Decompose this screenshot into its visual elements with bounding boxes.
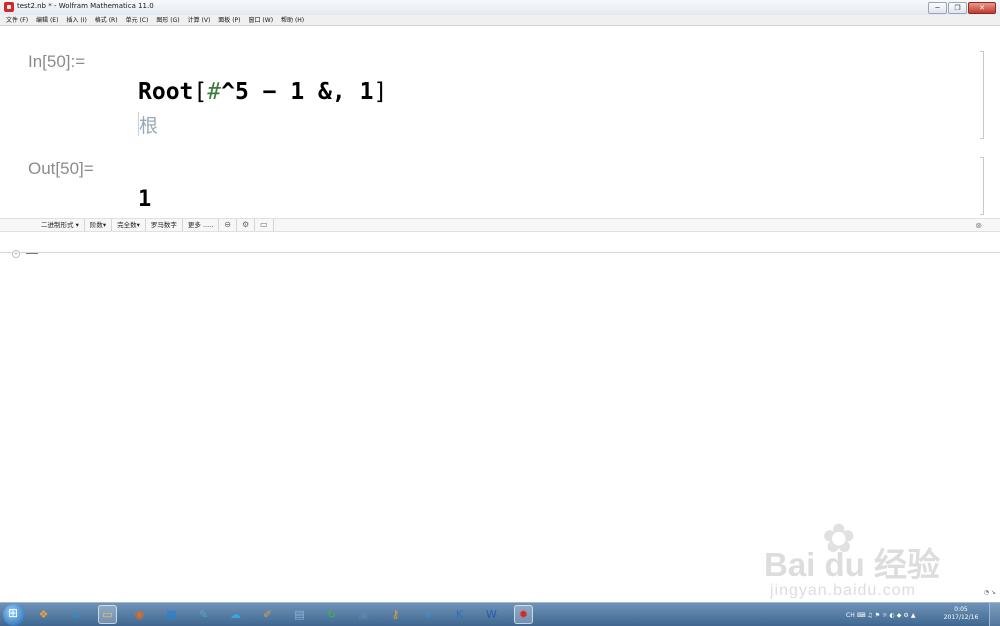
status-zoom-icon: ◔ — [983, 589, 989, 596]
bird-icon[interactable]: ✈ — [418, 605, 437, 624]
suggestions-bar: 二进制形式 ▾ 阶数▾ 完全数▾ 罗马数字 更多 ..... ⊖ ⚙ ▭ ⊗ — [0, 218, 1000, 232]
input-cell[interactable]: Root[#^5 − 1 &, 1] — [138, 79, 387, 105]
suggestion-binary-form[interactable]: 二进制形式 ▾ — [36, 219, 85, 231]
output-cell-bracket[interactable] — [980, 157, 984, 215]
slot-symbol: # — [207, 79, 222, 105]
tray-item-5[interactable]: ◐ — [890, 612, 895, 619]
document-icon[interactable]: ▤ — [290, 605, 309, 624]
key-icon[interactable]: ⚷ — [386, 605, 405, 624]
paint-icon[interactable]: ✐ — [258, 605, 277, 624]
cell-divider — [0, 252, 1000, 253]
clock[interactable]: 0:05 2017/12/16 — [940, 606, 982, 622]
menu-help[interactable]: 帮助 (H) — [281, 15, 304, 25]
open-bracket: [ — [193, 79, 208, 105]
clock-date: 2017/12/16 — [943, 614, 979, 621]
tray-item-4[interactable]: ☼ — [882, 612, 887, 619]
cell-insertion-point[interactable]: + — [12, 250, 20, 258]
tray-item-3[interactable]: ⚑ — [875, 612, 880, 619]
word-icon[interactable]: W — [482, 605, 501, 624]
watermark: ✿ Bai du 经验 jingyan.baidu.com — [760, 516, 970, 606]
close-bracket: ] — [373, 79, 388, 105]
menu-insert[interactable]: 插入 (I) — [66, 15, 86, 25]
close-suggestions-icon[interactable]: ⊗ — [975, 221, 982, 230]
expression-rest: ^5 − 1 &, 1 — [221, 79, 374, 105]
menu-bar: 文件 (F) 编辑 (E) 插入 (I) 格式 (R) 单元 (C) 图形 (G… — [0, 15, 1000, 26]
tray-item-2[interactable]: ♫ — [867, 612, 872, 619]
menu-graphics[interactable]: 图形 (G) — [156, 15, 179, 25]
cell-insertion-line — [26, 253, 38, 254]
firefox-icon[interactable]: ◉ — [130, 605, 149, 624]
start-button[interactable] — [3, 604, 25, 626]
window-controls: ─ ❐ ✕ — [928, 2, 996, 14]
tray-item-0[interactable]: CH — [846, 612, 855, 619]
suggestion-roman-numeral[interactable]: 罗马数字 — [146, 219, 183, 231]
taskbar: ❖ e ▭ ◉ ▦ ✎ ☁ ✐ ▤ ↻ ▣ ⚷ ✈ KW ✹ CH⌨♫⚑☼◐◆⚙▲ 0:05 2017/12… — [0, 602, 1000, 626]
menu-edit[interactable]: 编辑 (E) — [36, 15, 58, 25]
input-cell-bracket[interactable] — [980, 51, 984, 139]
output-label: Out[50]= — [28, 159, 94, 178]
system-tray: CH ⌨ ♫ ⚑ ☼ ◐ ◆ ⚙ ▲ — [846, 609, 915, 621]
tray-item-6[interactable]: ◆ — [897, 612, 902, 619]
tray-item-8[interactable]: ▲ — [911, 612, 916, 619]
tray-item-7[interactable]: ⚙ — [903, 612, 908, 619]
menu-window[interactable]: 窗口 (W) — [249, 15, 274, 25]
menu-palettes[interactable]: 面板 (P) — [218, 15, 240, 25]
watermark-text: Bai du 经验 — [764, 546, 941, 583]
close-button[interactable]: ✕ — [968, 2, 996, 14]
menu-evaluation[interactable]: 计算 (V) — [188, 15, 211, 25]
input-label: In[50]:= — [28, 52, 86, 71]
menu-file[interactable]: 文件 (F) — [6, 15, 28, 25]
suggestion-perfect-number[interactable]: 完全数▾ — [112, 219, 146, 231]
clock-time: 0:05 — [954, 606, 968, 613]
function-hint: 根 — [139, 115, 159, 137]
function-head: Root — [138, 79, 194, 105]
minimize-button[interactable]: ─ — [928, 2, 947, 14]
computer-icon[interactable]: ▣ — [354, 605, 373, 624]
notebook-area[interactable]: In[50]:= Root[#^5 − 1 &, 1] 根 Out[50]= 1 — [0, 27, 1000, 217]
pen-icon[interactable]: ✎ — [194, 605, 213, 624]
k-icon[interactable]: K — [450, 605, 469, 624]
comment-icon[interactable]: ▭ — [255, 219, 274, 231]
gear-icon[interactable]: ⚙ — [237, 219, 256, 231]
watermark-url: jingyan.baidu.com — [770, 582, 916, 599]
refresh-icon[interactable]: ↻ — [322, 605, 341, 624]
cloud-icon[interactable]: ☁ — [226, 605, 245, 624]
show-desktop-button[interactable] — [989, 603, 1000, 626]
suggestion-order[interactable]: 阶数▾ — [85, 219, 113, 231]
ie-icon[interactable]: e — [66, 605, 85, 624]
maximize-button[interactable]: ❐ — [948, 2, 967, 14]
menu-format[interactable]: 格式 (R) — [95, 15, 118, 25]
title-bar: test2.nb * - Wolfram Mathematica 11.0 ─ … — [0, 0, 1000, 16]
windows-logo-icon[interactable]: ❖ — [34, 605, 53, 624]
zoom-icon[interactable]: ⊖ — [219, 219, 237, 231]
folder-icon[interactable]: ▭ — [98, 605, 117, 624]
suggestion-more[interactable]: 更多 ..... — [183, 219, 220, 231]
tray-item-1[interactable]: ⌨ — [857, 612, 866, 619]
resize-grip-icon[interactable]: ↘ — [991, 589, 996, 598]
grid-app-icon[interactable]: ▦ — [162, 605, 181, 624]
menu-cell[interactable]: 单元 (C) — [126, 15, 149, 25]
window-title: test2.nb * - Wolfram Mathematica 11.0 — [17, 2, 154, 10]
output-value: 1 — [138, 187, 152, 212]
mathematica-icon[interactable]: ✹ — [514, 605, 533, 624]
mathematica-icon — [4, 2, 14, 12]
